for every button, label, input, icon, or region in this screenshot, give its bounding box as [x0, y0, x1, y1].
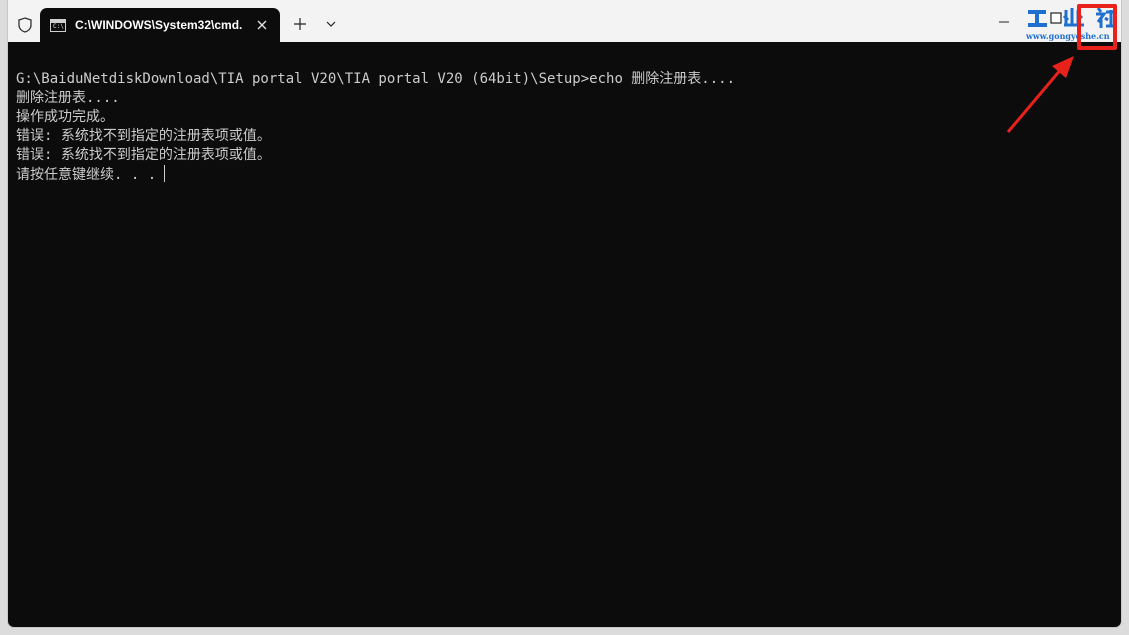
terminal-line: G:\BaiduNetdiskDownload\TIA portal V20\T…	[16, 71, 736, 87]
terminal-line: 操作成功完成。	[16, 109, 114, 125]
text-cursor	[164, 165, 166, 182]
tab-dropdown-button[interactable]	[321, 14, 341, 34]
terminal-prompt-text: 请按任意键继续. . .	[16, 167, 157, 183]
terminal-line: 错误: 系统找不到指定的注册表项或值。	[16, 128, 271, 144]
terminal-window: C:\ C:\WINDOWS\System32\cmd. www.gongyes…	[8, 0, 1121, 627]
minimize-icon	[999, 21, 1009, 23]
cmd-icon-label: C:\	[53, 22, 64, 30]
annotation-arrow-icon	[1006, 56, 1074, 133]
terminal-prompt-line: 请按任意键继续. . .	[16, 165, 1121, 184]
cmd-icon: C:\	[50, 18, 66, 32]
terminal-line: 错误: 系统找不到指定的注册表项或值。	[16, 147, 271, 163]
shield-icon[interactable]	[16, 15, 34, 35]
close-icon[interactable]	[252, 15, 272, 35]
minimize-button[interactable]	[994, 12, 1014, 32]
title-bar: C:\ C:\WINDOWS\System32\cmd. www.gongyes…	[8, 0, 1121, 50]
terminal-line: 删除注册表....	[16, 90, 120, 106]
tab-cmd[interactable]: C:\ C:\WINDOWS\System32\cmd.	[40, 8, 280, 42]
tab-title: C:\WINDOWS\System32\cmd.	[75, 18, 243, 32]
chevron-down-icon	[326, 21, 336, 27]
terminal-output[interactable]: G:\BaiduNetdiskDownload\TIA portal V20\T…	[8, 42, 1121, 627]
plus-icon	[294, 18, 306, 30]
new-tab-button[interactable]	[290, 14, 310, 34]
